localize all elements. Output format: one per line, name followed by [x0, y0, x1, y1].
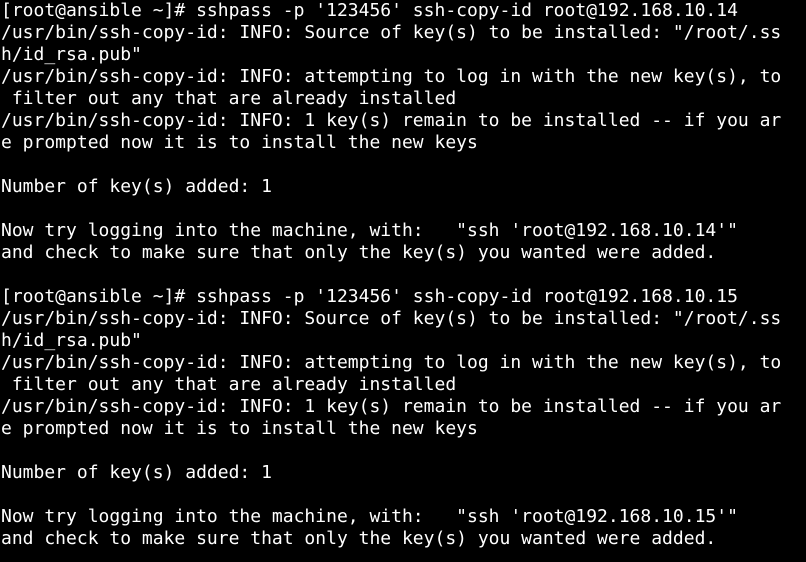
terminal-line: Number of key(s) added: 1 — [1, 176, 272, 197]
terminal-line: /usr/bin/ssh-copy-id: INFO: attempting t… — [1, 66, 782, 87]
terminal-window[interactable]: [root@ansible ~]# sshpass -p '123456' ss… — [0, 0, 806, 562]
terminal-line: Now try logging into the machine, with: … — [1, 506, 738, 527]
terminal-line: e prompted now it is to install the new … — [1, 418, 478, 439]
terminal-line: filter out any that are already installe… — [1, 374, 457, 395]
terminal-line: /usr/bin/ssh-copy-id: INFO: attempting t… — [1, 352, 782, 373]
terminal-line: and check to make sure that only the key… — [1, 242, 717, 263]
terminal-line: /usr/bin/ssh-copy-id: INFO: Source of ke… — [1, 308, 782, 329]
terminal-line: /usr/bin/ssh-copy-id: INFO: 1 key(s) rem… — [1, 110, 782, 131]
terminal-line: e prompted now it is to install the new … — [1, 132, 478, 153]
terminal-line-prompt: [root@ansible ~]# sshpass -p '123456' ss… — [1, 286, 738, 307]
terminal-line: filter out any that are already installe… — [1, 88, 457, 109]
terminal-line: /usr/bin/ssh-copy-id: INFO: Source of ke… — [1, 22, 782, 43]
terminal-line: h/id_rsa.pub" — [1, 330, 142, 351]
terminal-line: Now try logging into the machine, with: … — [1, 220, 738, 241]
terminal-line-prompt: [root@ansible ~]# sshpass -p '123456' ss… — [1, 0, 738, 21]
terminal-line: Number of key(s) added: 1 — [1, 462, 272, 483]
terminal-line: h/id_rsa.pub" — [1, 44, 142, 65]
terminal-line: and check to make sure that only the key… — [1, 528, 717, 549]
terminal-line: /usr/bin/ssh-copy-id: INFO: 1 key(s) rem… — [1, 396, 782, 417]
